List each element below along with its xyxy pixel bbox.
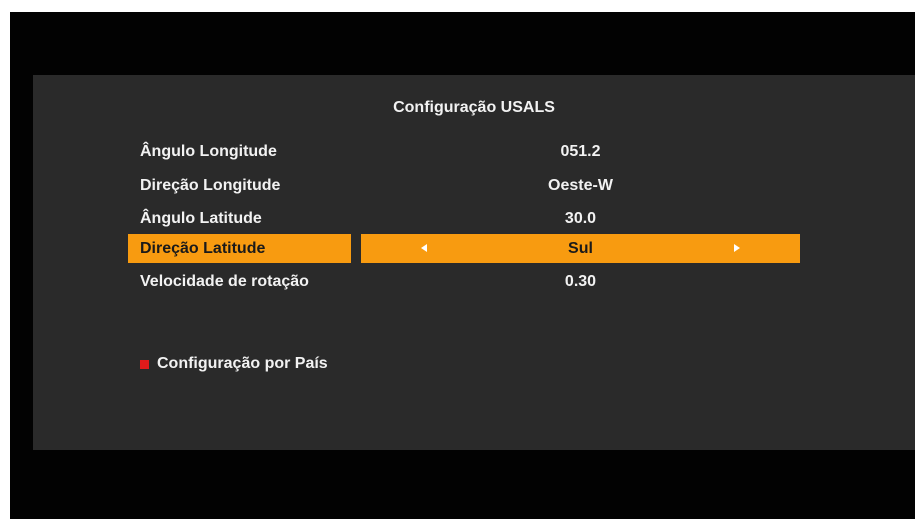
country-config-hint[interactable]: Configuração por País — [140, 355, 328, 373]
row-direcao-longitude[interactable]: Direção Longitude Oeste-W — [33, 171, 915, 200]
row-label: Ângulo Longitude — [140, 143, 277, 160]
row-value: 051.2 — [560, 143, 601, 160]
arrow-right-icon[interactable] — [734, 244, 740, 252]
row-label: Direção Longitude — [140, 177, 281, 194]
row-value: 0.30 — [564, 273, 597, 290]
row-value: Oeste-W — [548, 177, 613, 194]
arrow-left-icon[interactable] — [421, 244, 427, 252]
row-label: Ângulo Latitude — [140, 210, 262, 227]
hint-label: Configuração por País — [157, 355, 328, 372]
usals-settings-panel: Configuração USALS Ângulo Longitude 051.… — [33, 75, 915, 450]
red-key-icon — [140, 359, 149, 369]
menu-title: Configuração USALS — [393, 99, 555, 116]
tv-screen: Configuração USALS Ângulo Longitude 051.… — [10, 12, 915, 519]
row-angulo-latitude[interactable]: Ângulo Latitude 30.0 — [33, 204, 915, 233]
row-label: Direção Latitude — [128, 234, 351, 263]
row-direcao-latitude[interactable]: Direção Latitude Sul — [33, 234, 915, 263]
row-value-selector[interactable]: Sul — [361, 234, 800, 263]
row-angulo-longitude[interactable]: Ângulo Longitude 051.2 — [33, 137, 915, 166]
row-velocidade-rotacao[interactable]: Velocidade de rotação 0.30 — [33, 267, 915, 296]
row-value: 30.0 — [564, 210, 597, 227]
row-label: Velocidade de rotação — [140, 273, 309, 290]
row-value: Sul — [568, 240, 593, 257]
